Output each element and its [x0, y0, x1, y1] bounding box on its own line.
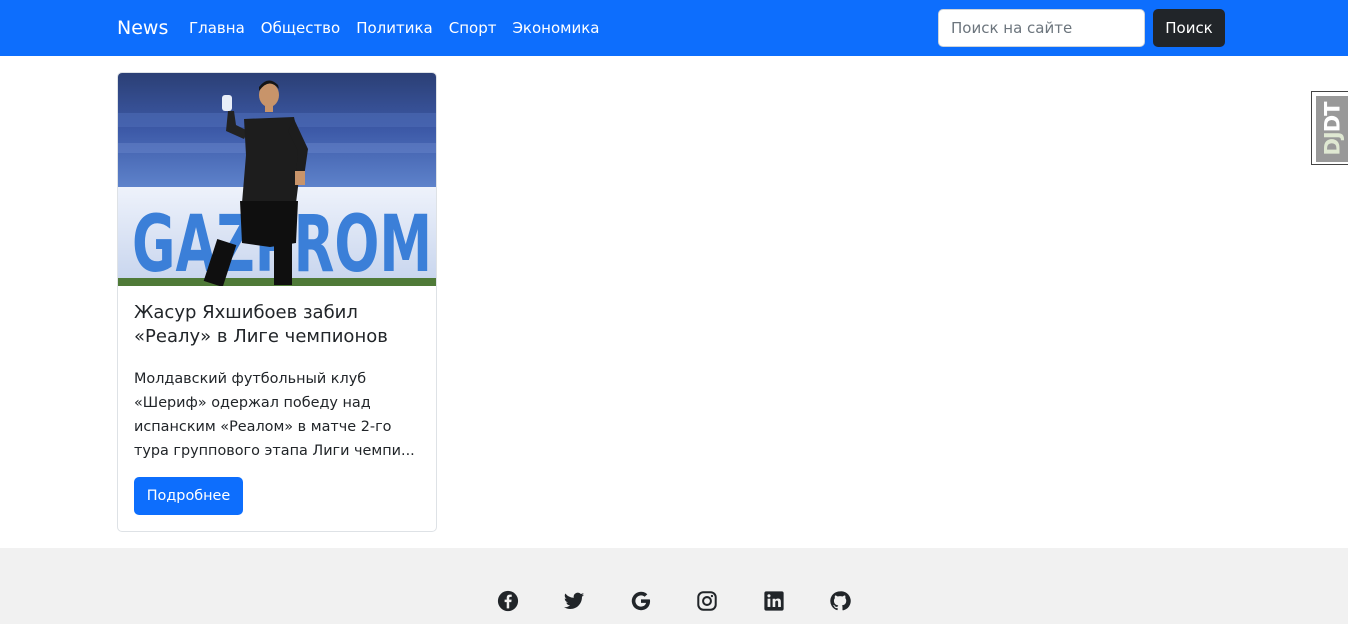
- debug-toolbar-label: DJDT: [1316, 96, 1348, 162]
- github-icon[interactable]: [829, 590, 851, 612]
- twitter-icon[interactable]: [563, 590, 585, 612]
- search-input[interactable]: [938, 9, 1145, 47]
- news-card-title: Жасур Яхшибоев забил «Реалу» в Лиге чемп…: [134, 302, 388, 347]
- top-navbar: News Главна Общество Политика Спорт Экон…: [0, 0, 1348, 56]
- facebook-icon[interactable]: [497, 590, 519, 612]
- nav-link-society[interactable]: Общество: [261, 0, 340, 56]
- linkedin-icon[interactable]: [763, 590, 785, 612]
- debug-toolbar-suffix: DT: [1320, 102, 1345, 133]
- instagram-icon[interactable]: [696, 590, 718, 612]
- search-button[interactable]: Поиск: [1153, 9, 1225, 47]
- news-card: GAZPROM Жасур Яхшибоев забил «Реалу» в Л…: [117, 72, 437, 532]
- nav-link-economy[interactable]: Экономика: [512, 0, 599, 56]
- read-more-button[interactable]: Подробнее: [134, 477, 243, 515]
- nav-link-sport[interactable]: Спорт: [449, 0, 497, 56]
- nav-links: Главна Общество Политика Спорт Экономика: [189, 0, 615, 56]
- news-card-text: Молдавский футбольный клуб «Шериф» одерж…: [134, 371, 415, 459]
- nav-link-politics[interactable]: Политика: [356, 0, 433, 56]
- google-icon[interactable]: [630, 590, 652, 612]
- debug-toolbar-handle[interactable]: DJDT: [1311, 91, 1348, 165]
- brand-logo[interactable]: News: [117, 0, 168, 56]
- news-card-image: GAZPROM: [118, 73, 436, 286]
- nav-link-home[interactable]: Главна: [189, 0, 245, 56]
- footer: [0, 548, 1348, 624]
- debug-toolbar-prefix: DJ: [1320, 132, 1345, 156]
